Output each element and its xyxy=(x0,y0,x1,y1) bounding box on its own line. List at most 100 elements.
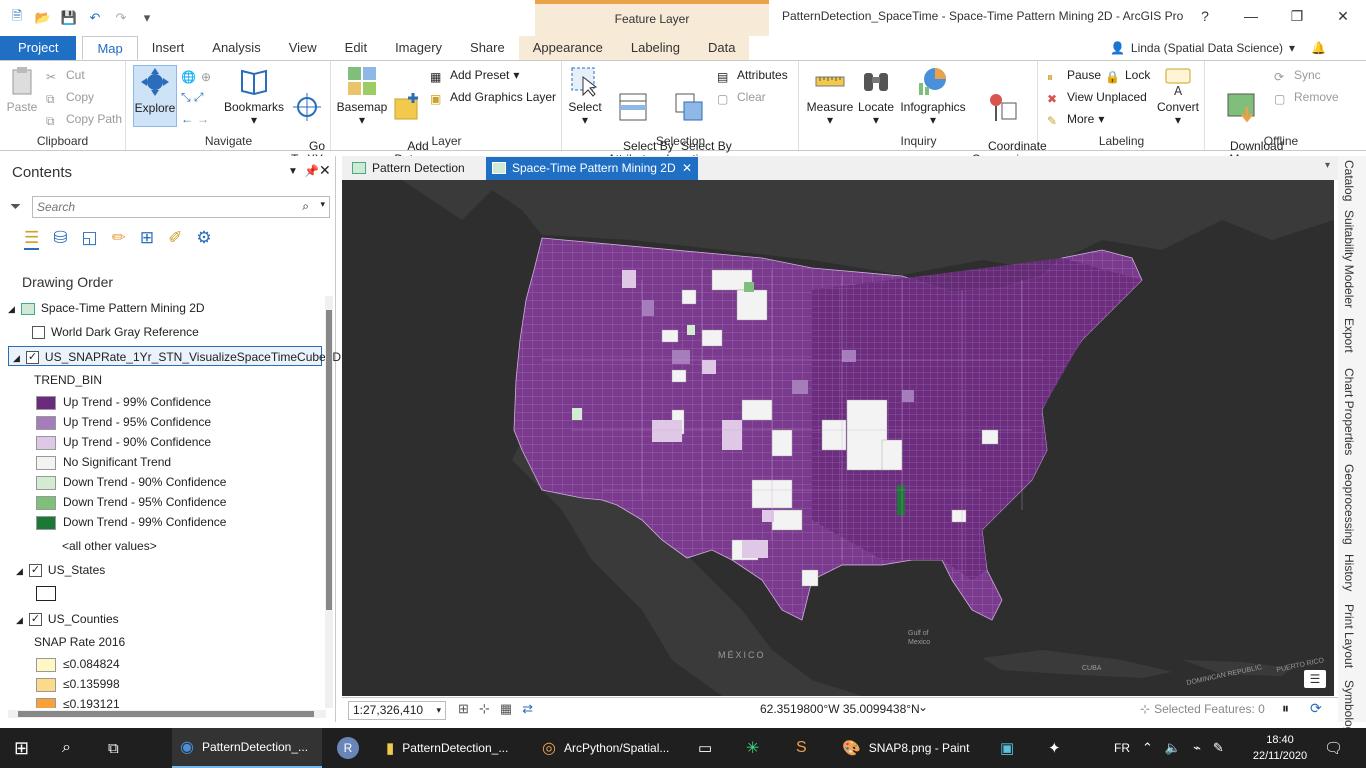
tab-appearance[interactable]: Appearance xyxy=(518,36,617,60)
map-canvas[interactable]: MÉXICO Gulf of Mexico CUBA DOMINICAN REPU… xyxy=(342,180,1334,696)
remove-offline-button[interactable]: ▢ Remove xyxy=(1274,87,1339,107)
horizontal-scrollbar[interactable] xyxy=(8,710,326,718)
notification-bell-icon[interactable]: 🔔 xyxy=(1311,37,1326,59)
minimize-button[interactable]: — xyxy=(1228,0,1274,32)
scrollbar-thumb[interactable] xyxy=(18,711,314,717)
infographics-button[interactable]: Infographics ▾ xyxy=(898,65,968,127)
close-button[interactable]: ✕ xyxy=(1320,0,1366,32)
terminal-icon[interactable]: ▭ xyxy=(698,728,712,768)
customize-qat-icon[interactable]: ▾ xyxy=(138,10,156,26)
network-icon[interactable]: ⌁ xyxy=(1193,740,1201,756)
tab-chart-properties[interactable]: Chart Properties xyxy=(1342,368,1356,455)
help-button[interactable]: ? xyxy=(1182,0,1228,32)
pen-icon[interactable]: ✎ xyxy=(1213,740,1224,756)
user-account[interactable]: 👤 Linda (Spatial Data Science) ▾ 🔔 xyxy=(1110,37,1326,59)
map-view[interactable]: MÉXICO Gulf of Mexico CUBA DOMINICAN REPU… xyxy=(342,180,1334,696)
sync-button[interactable]: ⟳ Sync xyxy=(1274,65,1321,85)
refresh-extent-icon[interactable]: ⇄ xyxy=(522,701,533,717)
chevron-down-icon[interactable]: ⌄ xyxy=(918,700,928,714)
attributes-button[interactable]: ▤ Attributes xyxy=(717,65,788,85)
new-project-icon[interactable]: 🗎 xyxy=(8,8,26,26)
more-labeling-button[interactable]: ✎ More ▾ xyxy=(1047,109,1104,129)
notification-icon[interactable]: 🗨 xyxy=(1324,728,1343,768)
select-button[interactable]: Select ▾ xyxy=(565,65,605,127)
open-folder-icon[interactable]: 📂 xyxy=(34,10,52,26)
selected-features[interactable]: ⊹ Selected Features: 0 xyxy=(1140,702,1265,716)
clock[interactable]: 18:40 22/11/2020 xyxy=(1248,732,1312,764)
tab-catalog[interactable]: Catalog xyxy=(1342,160,1356,201)
measure-button[interactable]: Measure ▾ xyxy=(806,65,854,127)
taskbar-explorer[interactable]: ▮ PatternDetection_... xyxy=(382,728,522,768)
refresh-icon[interactable]: ⟳ xyxy=(1310,700,1322,717)
pause-drawing-icon[interactable]: ⏸ xyxy=(1282,700,1289,717)
tab-export[interactable]: Export xyxy=(1342,318,1356,353)
add-preset-button[interactable]: ▦ Add Preset ▾ xyxy=(430,65,519,85)
map-legend-toggle-icon[interactable]: ☰ xyxy=(1304,670,1326,688)
search-icon[interactable]: ⌕ xyxy=(62,728,71,768)
taskbar-paint[interactable]: 🎨 SNAP8.png - Paint xyxy=(838,728,978,768)
previous-extent-icon[interactable]: ← → xyxy=(181,109,209,129)
atom-icon[interactable]: ✳ xyxy=(746,728,759,768)
view-unplaced-button[interactable]: ✖ View Unplaced xyxy=(1047,87,1147,107)
snap-legend-item[interactable]: ≤0.193121 xyxy=(36,694,120,708)
task-view-icon[interactable]: ⧉ xyxy=(108,728,119,768)
volume-icon[interactable]: 🔈 xyxy=(1165,740,1181,756)
tab-suitability-modeler[interactable]: Suitability Modeler xyxy=(1342,210,1356,308)
locate-button[interactable]: Locate ▾ xyxy=(856,65,896,127)
scrollbar-thumb[interactable] xyxy=(326,310,332,610)
tab-view[interactable]: View xyxy=(275,36,331,60)
table-icon[interactable]: ▦ xyxy=(500,701,512,717)
tab-edit[interactable]: Edit xyxy=(331,36,381,60)
lock-labels-button[interactable]: 🔒 Lock xyxy=(1105,65,1150,85)
tab-overflow-icon[interactable]: ▾ xyxy=(1325,160,1330,171)
chevron-up-icon[interactable]: ⌃ xyxy=(1142,740,1153,756)
scale-selector[interactable]: 1:27,326,410 ▾ xyxy=(348,701,446,720)
bookmarks-button[interactable]: Bookmarks ▾ xyxy=(223,65,285,127)
restore-button[interactable]: ❐ xyxy=(1274,0,1320,32)
close-tab-icon[interactable]: ✕ xyxy=(682,157,692,180)
language-indicator[interactable]: FR xyxy=(1114,728,1130,768)
tab-space-time-pattern-mining[interactable]: Space-Time Pattern Mining 2D ✕ xyxy=(486,157,698,180)
tab-labeling[interactable]: Labeling xyxy=(616,36,695,60)
clear-button[interactable]: ▢ Clear xyxy=(717,87,766,107)
tab-project[interactable]: Project xyxy=(0,36,77,60)
undo-icon[interactable]: ↶ xyxy=(86,10,104,26)
copy-button[interactable]: ⧉ Copy xyxy=(46,87,94,107)
convert-button[interactable]: A Convert ▾ xyxy=(1153,65,1203,127)
paste-button[interactable]: Paste xyxy=(4,65,40,114)
grid-icon[interactable]: ⊞ xyxy=(458,701,469,717)
vertical-scrollbar[interactable] xyxy=(325,296,333,708)
tab-share[interactable]: Share xyxy=(456,36,519,60)
sublime-icon[interactable]: S xyxy=(796,728,807,768)
tab-insert[interactable]: Insert xyxy=(138,36,199,60)
tab-pattern-detection[interactable]: Pattern Detection xyxy=(346,157,486,180)
tab-analysis[interactable]: Analysis xyxy=(198,36,274,60)
snap-icon[interactable]: ⊹ xyxy=(479,701,490,717)
snap-legend-item[interactable]: ≤0.135998 xyxy=(36,674,120,694)
add-graphics-layer-button[interactable]: ▣ Add Graphics Layer xyxy=(430,87,556,107)
copy-path-button[interactable]: ⧉ Copy Path xyxy=(46,109,122,129)
pause-labels-button[interactable]: ⏸ Pause xyxy=(1047,65,1101,85)
tab-geoprocessing[interactable]: Geoprocessing xyxy=(1342,464,1356,545)
app-icon[interactable]: ▣ xyxy=(1000,728,1014,768)
explore-button[interactable]: Explore xyxy=(133,65,177,127)
bird-app-icon[interactable]: ✦ xyxy=(1048,728,1061,768)
taskbar-r[interactable]: R xyxy=(336,728,360,768)
full-extent-icon[interactable]: 🌐 ⊕ xyxy=(181,65,217,85)
tab-history[interactable]: History xyxy=(1342,554,1356,591)
redo-icon[interactable]: ↷ xyxy=(112,10,130,26)
cut-button[interactable]: ✂ Cut xyxy=(46,65,85,85)
save-icon[interactable]: 💾 xyxy=(60,10,78,26)
snap-legend-item[interactable]: ≤0.084824 xyxy=(36,654,120,674)
zoom-extent-icon[interactable]: ⤡ ⤢ xyxy=(181,87,204,107)
taskbar-arcgis[interactable]: ◉ PatternDetection_... xyxy=(172,728,322,768)
tab-imagery[interactable]: Imagery xyxy=(381,36,456,60)
tab-map[interactable]: Map xyxy=(82,36,138,60)
next-extent-icon[interactable]: → xyxy=(197,109,209,129)
cuba-landmass xyxy=(982,650,1172,678)
taskbar-chrome[interactable]: ◎ ArcPython/Spatial... xyxy=(538,728,688,768)
basemap-button[interactable]: Basemap ▾ xyxy=(336,65,388,127)
windows-start-icon[interactable]: ⊞ xyxy=(14,728,29,768)
tab-data[interactable]: Data xyxy=(694,36,750,60)
tab-print-layout[interactable]: Print Layout xyxy=(1342,604,1356,668)
